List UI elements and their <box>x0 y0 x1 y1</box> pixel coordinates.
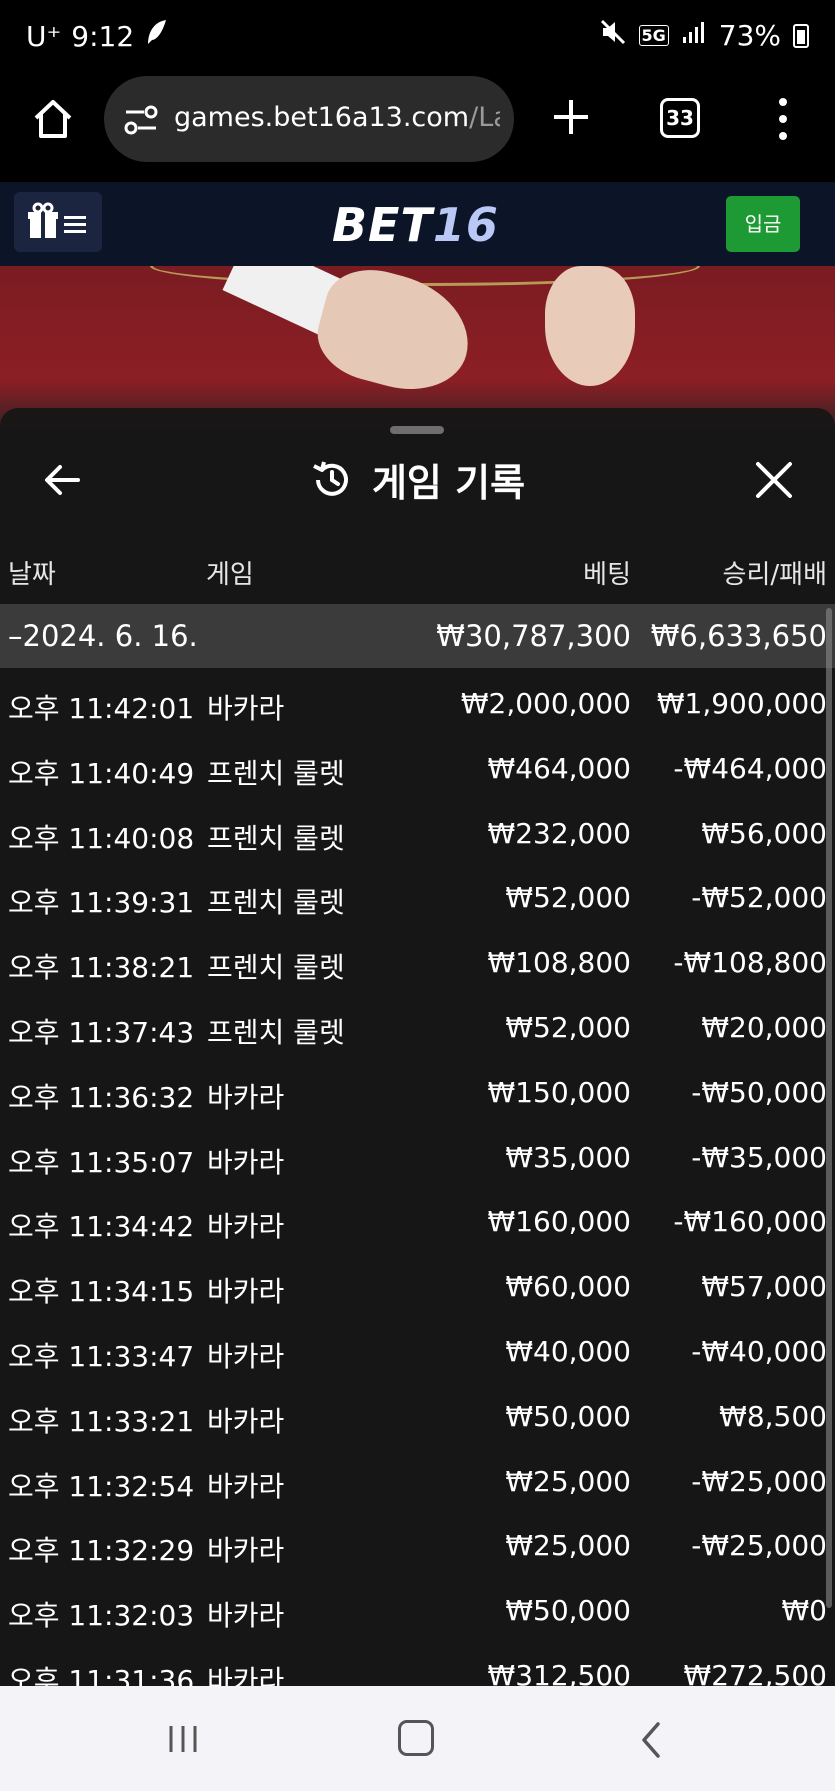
browser-toolbar: games.bet16a13.com/Lau 33 <box>0 74 835 182</box>
home-nav-icon[interactable] <box>398 1720 434 1756</box>
history-row[interactable]: 오후 11:32:54 바카라 ₩25,000 -₩25,000 <box>0 1448 835 1513</box>
battery-percent: 73% <box>718 19 781 52</box>
column-header-win-loss: 승리/패배 <box>722 560 827 590</box>
column-header-game: 게임 <box>206 560 254 590</box>
mute-icon <box>599 18 627 53</box>
history-row[interactable]: 오후 11:37:43 프렌치 룰렛 ₩52,000 ₩20,000 <box>0 994 835 1059</box>
more-menu-icon[interactable] <box>770 94 796 144</box>
address-bar[interactable]: games.bet16a13.com/Lau <box>104 76 514 162</box>
column-header-date: 날짜 <box>8 560 56 590</box>
group-bet-total: ₩30,787,300 <box>436 619 631 653</box>
site-logo[interactable]: BET16 <box>332 198 499 252</box>
url-text[interactable]: games.bet16a13.com/Lau <box>174 102 500 133</box>
history-row[interactable]: 오후 11:35:07 바카라 ₩35,000 -₩35,000 <box>0 1124 835 1189</box>
history-icon <box>310 458 354 502</box>
close-icon[interactable] <box>752 458 796 502</box>
history-row[interactable]: 오후 11:36:32 바카라 ₩150,000 -₩50,000 <box>0 1059 835 1124</box>
game-history-panel: 게임 기록 날짜 게임 베팅 승리/패배 –2024. 6. 16. ₩30,7… <box>0 408 835 1686</box>
history-row[interactable]: 오후 11:31:36 바카라 ₩312,500 ₩272,500 <box>0 1642 835 1686</box>
feather-icon <box>144 18 170 55</box>
clock: 9:12 <box>71 20 135 53</box>
hamburger-icon <box>64 216 86 233</box>
history-row[interactable]: 오후 11:34:42 바카라 ₩160,000 -₩160,000 <box>0 1188 835 1253</box>
history-row[interactable]: 오후 11:32:03 바카라 ₩50,000 ₩0 <box>0 1577 835 1642</box>
scrollbar[interactable] <box>826 608 832 1608</box>
system-nav-bar <box>0 1686 835 1791</box>
tab-count-button[interactable]: 33 <box>660 98 700 138</box>
drag-handle[interactable] <box>390 426 444 434</box>
date-group-row[interactable]: –2024. 6. 16. ₩30,787,300 ₩6,633,650 <box>0 604 835 668</box>
site-settings-icon[interactable] <box>122 102 160 138</box>
history-row[interactable]: 오후 11:32:29 바카라 ₩25,000 -₩25,000 <box>0 1512 835 1577</box>
site-header: BET16 입금 <box>0 182 835 266</box>
history-list: 오후 11:42:01 바카라 ₩2,000,000 ₩1,900,000 오후 11… <box>0 670 835 1686</box>
history-row[interactable]: 오후 11:38:21 프렌치 룰렛 ₩108,800 -₩108,800 <box>0 929 835 994</box>
gift-icon <box>28 202 58 238</box>
history-row[interactable]: 오후 11:42:01 바카라 ₩2,000,000 ₩1,900,000 <box>0 670 835 735</box>
status-bar: U⁺ 9:12 5G 73% <box>0 0 835 74</box>
new-tab-icon[interactable] <box>548 94 594 140</box>
dealer-hand <box>308 266 482 404</box>
history-row[interactable]: 오후 11:33:47 바카라 ₩40,000 -₩40,000 <box>0 1318 835 1383</box>
home-icon[interactable] <box>30 96 76 142</box>
dealer-hand <box>545 266 635 386</box>
network-type-label: 5G <box>638 25 669 46</box>
history-row[interactable]: 오후 11:34:15 바카라 ₩60,000 ₩57,000 <box>0 1253 835 1318</box>
column-header-bet: 베팅 <box>583 560 631 590</box>
menu-button[interactable] <box>14 192 102 252</box>
group-date: –2024. 6. 16. <box>8 619 198 653</box>
group-win-total: ₩6,633,650 <box>650 619 827 653</box>
recent-apps-icon[interactable] <box>166 1724 200 1754</box>
history-row[interactable]: 오후 11:40:08 프렌치 룰렛 ₩232,000 ₩56,000 <box>0 800 835 865</box>
panel-title: 게임 기록 <box>371 461 526 505</box>
history-row[interactable]: 오후 11:39:31 프렌치 룰렛 ₩52,000 -₩52,000 <box>0 864 835 929</box>
battery-icon <box>793 23 809 48</box>
deposit-button[interactable]: 입금 <box>726 196 800 252</box>
signal-icon <box>681 19 707 52</box>
history-row[interactable]: 오후 11:33:21 바카라 ₩50,000 ₩8,500 <box>0 1383 835 1448</box>
carrier-label: U⁺ <box>26 20 62 53</box>
history-row[interactable]: 오후 11:40:49 프렌치 룰렛 ₩464,000 -₩464,000 <box>0 735 835 800</box>
back-nav-icon[interactable] <box>638 1720 664 1760</box>
